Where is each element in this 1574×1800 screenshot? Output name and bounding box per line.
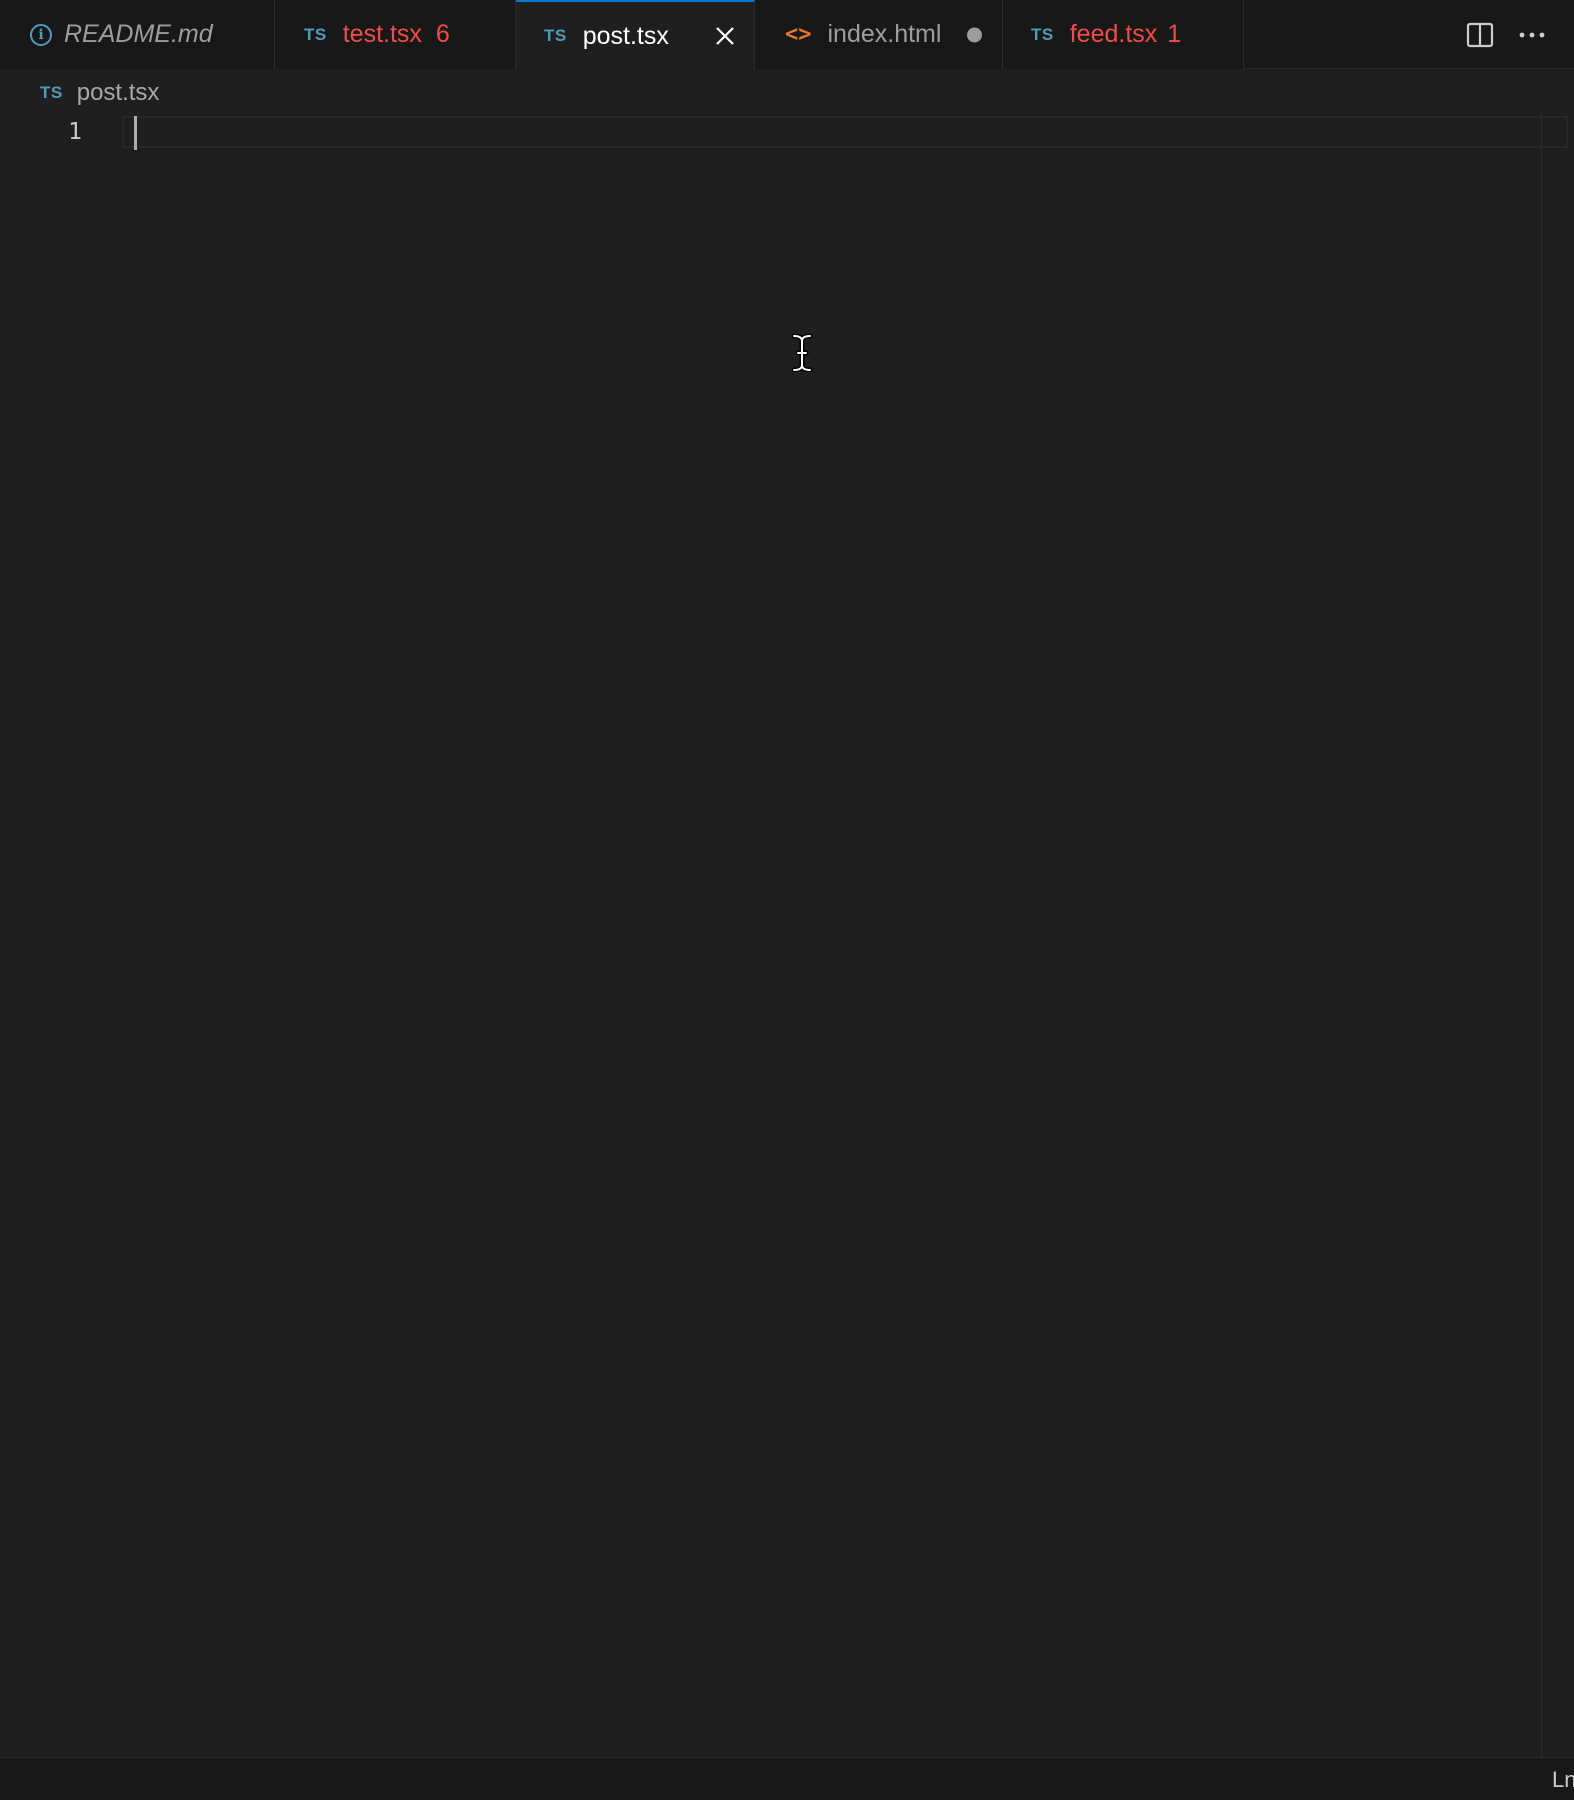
more-actions-icon[interactable] <box>1506 9 1558 61</box>
problem-count-badge: 6 <box>435 20 450 48</box>
close-icon[interactable] <box>714 25 736 47</box>
tab-index-html[interactable]: <> index.html <box>755 0 1003 69</box>
tab-post-tsx[interactable]: TS post.tsx <box>516 0 755 70</box>
current-line-highlight <box>122 116 1568 148</box>
breadcrumb[interactable]: TS post.tsx <box>40 78 159 108</box>
breadcrumb-file[interactable]: post.tsx <box>77 79 160 107</box>
info-icon: i <box>30 23 52 46</box>
tab-label: README.md <box>64 20 213 48</box>
split-editor-icon[interactable] <box>1454 9 1506 61</box>
typescript-icon: TS <box>544 26 567 45</box>
tab-feed-tsx[interactable]: TS feed.tsx 1 <box>1003 0 1244 69</box>
problem-count-badge: 1 <box>1167 20 1182 48</box>
tab-label: test.tsx <box>342 20 422 48</box>
editor-actions <box>1454 0 1574 69</box>
tab-test-tsx[interactable]: TS test.tsx 6 <box>275 0 516 69</box>
typescript-icon: TS <box>1031 24 1054 44</box>
cursor-position-status[interactable]: Ln <box>1552 1758 1574 1800</box>
text-cursor <box>134 116 137 150</box>
vscode-window: i README.md TS test.tsx 6 TS post.tsx <>… <box>0 0 1574 1800</box>
tab-readme[interactable]: i README.md <box>0 0 275 69</box>
html-icon: <> <box>785 22 812 47</box>
tab-label: post.tsx <box>582 21 669 50</box>
minimap-border <box>1541 112 1542 1757</box>
code-editor[interactable]: 1 <box>0 112 1574 1757</box>
typescript-icon: TS <box>40 83 63 102</box>
typescript-icon: TS <box>304 24 327 44</box>
unsaved-dot-icon[interactable] <box>967 27 982 42</box>
tab-label: index.html <box>827 20 942 48</box>
line-number: 1 <box>68 119 82 145</box>
tab-label: feed.tsx <box>1069 20 1158 48</box>
status-bar: Ln <box>0 1757 1574 1800</box>
editor-tab-bar: i README.md TS test.tsx 6 TS post.tsx <>… <box>0 0 1574 70</box>
mouse-ibeam-icon <box>791 333 813 373</box>
